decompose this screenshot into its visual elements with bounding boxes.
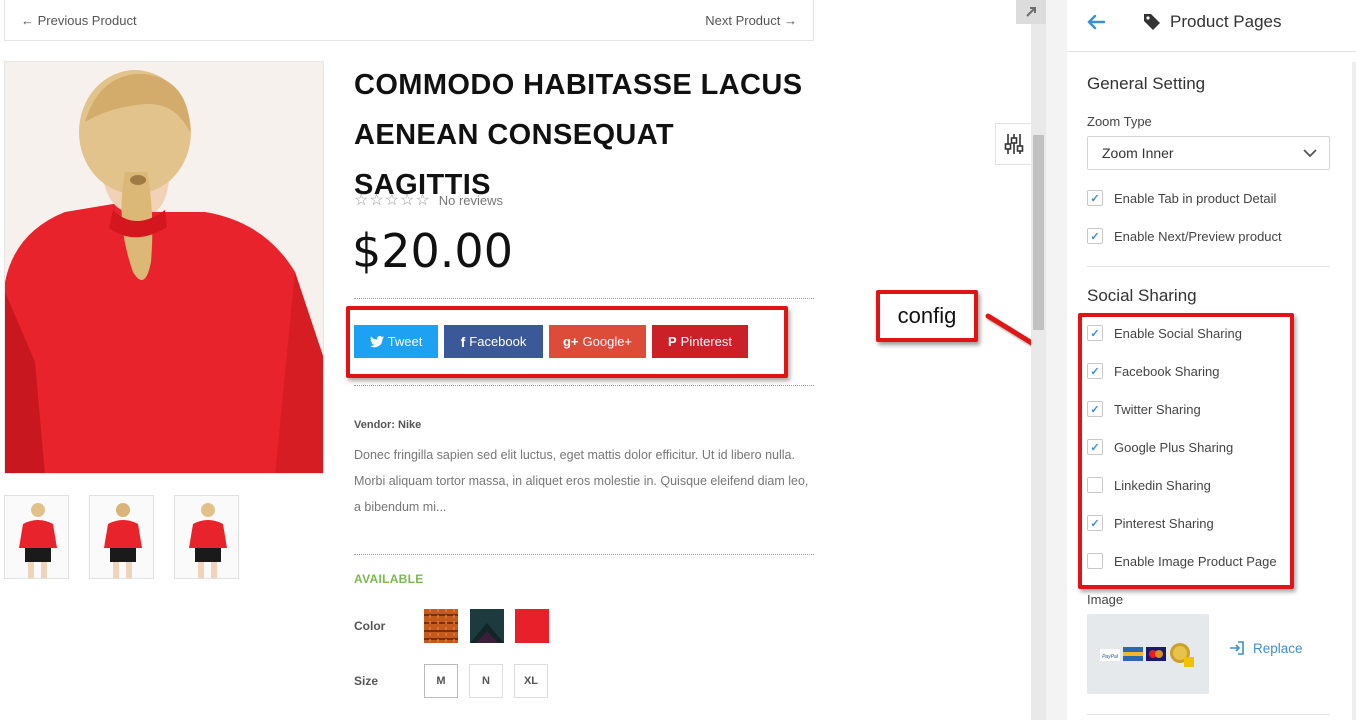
product-reviews: ☆☆☆☆☆ No reviews: [354, 190, 503, 210]
section-divider: [1087, 714, 1330, 715]
checkbox-enable-tab[interactable]: ✓ Enable Tab in product Detail: [1087, 190, 1276, 206]
divider: [354, 554, 814, 555]
color-swatch-teal[interactable]: [470, 609, 504, 643]
replace-image-button[interactable]: Replace: [1229, 640, 1303, 656]
divider: [354, 298, 814, 299]
checkbox-label: Enable Tab in product Detail: [1114, 190, 1277, 206]
theme-settings-toggle[interactable]: [995, 123, 1031, 165]
social-sharing-highlight: [1078, 313, 1294, 589]
zoom-type-value: Zoom Inner: [1102, 145, 1174, 161]
size-option-xl[interactable]: XL: [514, 664, 548, 698]
checkbox-icon[interactable]: ✓: [1087, 190, 1103, 206]
size-label: Size: [354, 674, 379, 688]
checkbox-enable-next-preview[interactable]: ✓ Enable Next/Preview product: [1087, 228, 1282, 244]
settings-panel: Product Pages General Setting Zoom Type …: [1067, 0, 1356, 720]
previous-product-link[interactable]: ← Previous Product: [21, 13, 137, 28]
section-divider: [1087, 266, 1330, 267]
color-swatch-red[interactable]: [515, 609, 549, 643]
product-vendor: Vendor: Nike: [354, 419, 422, 431]
preview-scrollbar-track: [1031, 0, 1046, 720]
config-annotation-label: config: [897, 303, 957, 328]
next-product-link[interactable]: Next Product →: [705, 13, 797, 28]
social-sharing-title: Social Sharing: [1087, 286, 1197, 305]
availability-status: AVAILABLE: [354, 572, 424, 586]
size-option-m[interactable]: M: [424, 664, 458, 698]
config-annotation: config: [876, 290, 978, 342]
product-title-line-1: COMMODO HABITASSE LACUS: [354, 69, 803, 101]
divider: [354, 385, 814, 386]
zoom-type-label: Zoom Type: [1087, 114, 1152, 129]
zoom-type-select[interactable]: Zoom Inner: [1087, 136, 1330, 170]
page: { "product_nav": { "previous": "← Previo…: [0, 0, 1356, 720]
svg-text:PayPal: PayPal: [1102, 654, 1119, 660]
panel-header: Product Pages: [1067, 0, 1356, 52]
panel-title: Product Pages: [1143, 12, 1282, 32]
panel-gutter: [1046, 0, 1067, 720]
thumbnail-back[interactable]: [89, 495, 154, 579]
expand-icon[interactable]: [1016, 0, 1046, 24]
image-label: Image: [1087, 592, 1124, 607]
tag-icon: [1144, 14, 1160, 30]
preview-scrollbar-thumb[interactable]: [1033, 135, 1044, 330]
checkbox-icon[interactable]: ✓: [1087, 228, 1103, 244]
panel-title-text: Product Pages: [1170, 12, 1282, 31]
rating-stars-icon[interactable]: ☆☆☆☆☆: [354, 190, 431, 210]
color-swatch-pattern[interactable]: [424, 609, 458, 643]
payment-image-preview[interactable]: PayPal: [1087, 614, 1209, 694]
chevron-down-icon: [1303, 148, 1317, 157]
main-product-image: [4, 61, 324, 474]
sliders-icon: [1004, 134, 1023, 154]
back-arrow-icon[interactable]: [1087, 13, 1106, 36]
size-option-n[interactable]: N: [469, 664, 503, 698]
product-price: $20.00: [352, 224, 513, 278]
checkbox-label: Enable Next/Preview product: [1114, 228, 1282, 244]
general-setting-title: General Setting: [1087, 74, 1206, 93]
payment-cards-icon: PayPal: [1100, 643, 1194, 667]
product-navigation: ← Previous Product Next Product →: [4, 0, 814, 41]
import-icon: [1230, 641, 1244, 655]
panel-scrollbar[interactable]: [1352, 62, 1356, 720]
share-buttons-highlight: [346, 306, 788, 378]
product-description: Donec fringilla sapien sed elit luctus, …: [354, 448, 809, 514]
product-title: COMMODO HABITASSE LACUS AENEAN CONSEQUAT…: [354, 60, 814, 210]
replace-image-label: Replace: [1253, 640, 1303, 656]
product-photo: [5, 62, 323, 473]
thumbnail-front[interactable]: [4, 495, 69, 579]
thumbnail-side[interactable]: [174, 495, 239, 579]
color-label: Color: [354, 619, 386, 633]
reviews-count: No reviews: [438, 192, 504, 208]
